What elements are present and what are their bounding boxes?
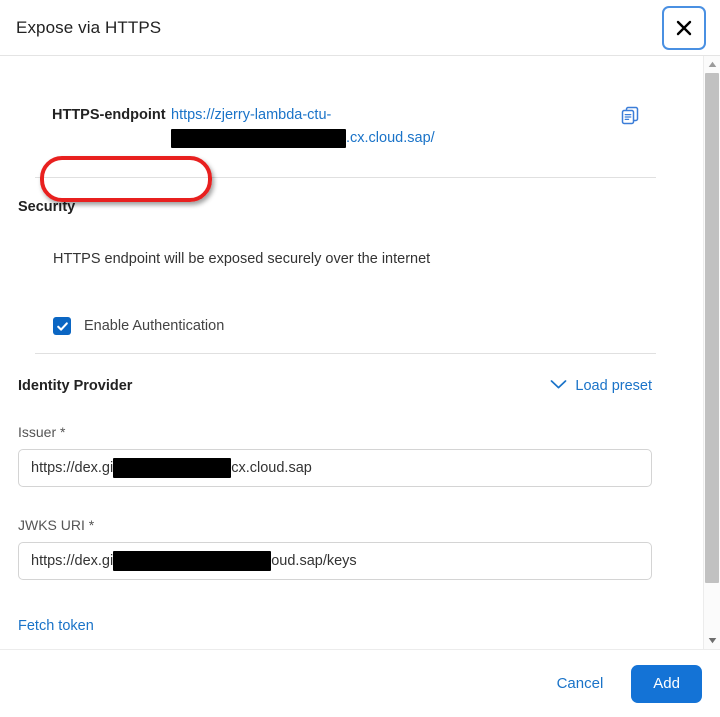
fetch-token-link[interactable]: Fetch token	[18, 580, 94, 644]
close-icon	[674, 18, 694, 38]
endpoint-label: HTTPS-endpoint	[52, 107, 166, 123]
dialog-body: HTTPS-endpoint https://zjerry-lambda-ctu…	[0, 56, 703, 649]
page-title: Expose via HTTPS	[16, 17, 162, 37]
scrollbar-track[interactable]	[704, 73, 720, 632]
load-preset-label: Load preset	[575, 378, 652, 394]
issuer-label: Issuer *	[18, 424, 66, 440]
jwks-uri-label: JWKS URI *	[18, 517, 95, 533]
endpoint-url-line1: https://zjerry-lambda-ctu-	[171, 107, 332, 123]
dialog-body-wrap: HTTPS-endpoint https://zjerry-lambda-ctu…	[0, 56, 720, 649]
endpoint-url-link[interactable]: https://zjerry-lambda-ctu- .cx.cloud.sap/	[168, 104, 458, 150]
dialog-footer: Cancel Add	[0, 649, 720, 717]
redacted-issuer-segment	[113, 458, 232, 478]
scroll-up-arrow-icon[interactable]	[703, 56, 720, 73]
enable-authentication-label: Enable Authentication	[84, 318, 225, 334]
issuer-input[interactable]: https://dex.gi cx.cloud.sap	[18, 449, 652, 487]
vertical-scrollbar[interactable]	[703, 56, 720, 649]
enable-authentication-checkbox[interactable]	[53, 317, 71, 335]
close-button[interactable]	[662, 6, 706, 50]
scroll-down-arrow-icon[interactable]	[703, 632, 720, 649]
cancel-button[interactable]: Cancel	[551, 667, 610, 700]
load-preset-button[interactable]: Load preset	[550, 378, 668, 394]
expose-via-https-dialog: Expose via HTTPS HTTPS-endpoint https://…	[0, 0, 720, 717]
copy-icon	[621, 106, 640, 128]
redacted-jwks-segment	[113, 551, 272, 571]
endpoint-url-line2-suffix: .cx.cloud.sap/	[346, 130, 435, 146]
jwks-value-suffix: oud.sap/keys	[271, 553, 357, 569]
identity-provider-header: Identity Provider Load preset	[18, 354, 668, 394]
identity-provider-title: Identity Provider	[18, 378, 133, 394]
jwks-value-prefix: https://dex.gi	[31, 553, 114, 569]
chevron-down-icon	[550, 378, 567, 394]
dialog-header: Expose via HTTPS	[0, 0, 720, 56]
check-icon	[56, 321, 68, 331]
copy-endpoint-button[interactable]	[615, 104, 668, 129]
issuer-value-prefix: https://dex.gi	[31, 460, 114, 476]
redacted-url-segment	[171, 128, 346, 148]
security-description: HTTPS endpoint will be exposed securely …	[53, 251, 431, 267]
issuer-value-suffix: cx.cloud.sap	[231, 460, 312, 476]
scrollbar-thumb[interactable]	[705, 73, 719, 583]
jwks-uri-input[interactable]: https://dex.gi oud.sap/keys	[18, 542, 652, 580]
add-button[interactable]: Add	[631, 664, 702, 703]
security-section-title: Security	[18, 199, 76, 215]
enable-authentication-checkbox-row[interactable]: Enable Authentication	[18, 267, 668, 353]
endpoint-row: HTTPS-endpoint https://zjerry-lambda-ctu…	[18, 56, 668, 202]
